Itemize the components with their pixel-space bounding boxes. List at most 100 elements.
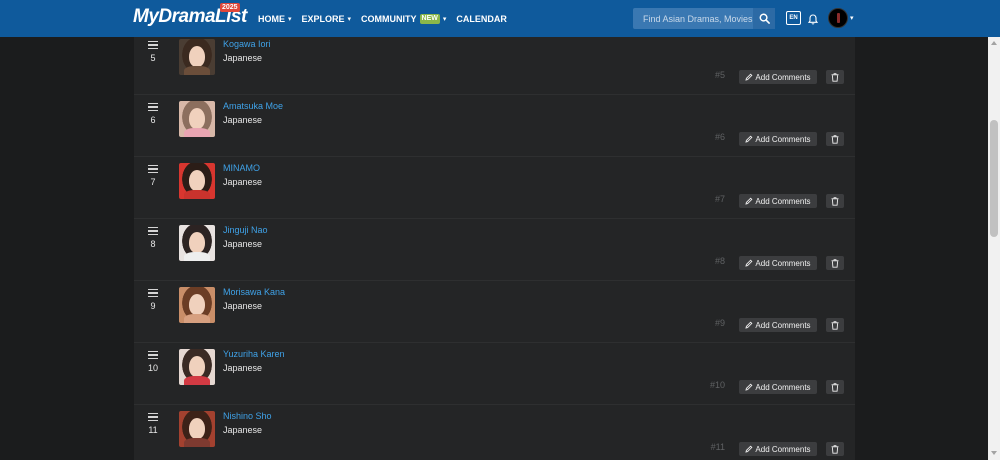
drag-handle-icon[interactable] — [148, 227, 158, 235]
person-name-link[interactable]: Morisawa Kana — [223, 287, 285, 297]
person-photo[interactable] — [179, 101, 215, 137]
row-number: 7 — [150, 177, 156, 187]
add-comments-button[interactable]: Add Comments — [739, 318, 817, 332]
rank-number: #5 — [714, 70, 725, 80]
list-item: 11 Nishino Sho Japanese #11 Add Comments — [134, 405, 855, 460]
chevron-down-icon: ▾ — [288, 15, 292, 23]
user-avatar[interactable] — [828, 8, 848, 28]
rank-number: #7 — [714, 194, 725, 204]
delete-button[interactable] — [826, 380, 844, 394]
person-photo[interactable] — [179, 411, 215, 447]
person-name-link[interactable]: Jinguji Nao — [223, 225, 268, 235]
notifications-button[interactable] — [807, 12, 819, 30]
trash-icon — [831, 382, 839, 392]
person-photo[interactable] — [179, 349, 215, 385]
menu-calendar[interactable]: CALENDAR — [456, 14, 507, 24]
scroll-up-arrow-icon[interactable] — [991, 41, 997, 45]
pencil-icon — [745, 135, 753, 143]
people-list: 5 Kogawa Iori Japanese #5 Add Comments 6 Amats… — [134, 37, 855, 460]
row-number: 5 — [150, 53, 156, 63]
pencil-icon — [745, 321, 753, 329]
row-number: 10 — [147, 363, 158, 373]
row-number: 6 — [150, 115, 156, 125]
menu-explore-label: EXPLORE — [301, 13, 345, 24]
drag-handle-icon[interactable] — [148, 413, 158, 421]
delete-button[interactable] — [826, 70, 844, 84]
add-comments-label: Add Comments — [755, 320, 811, 330]
trash-icon — [831, 196, 839, 206]
add-comments-label: Add Comments — [755, 258, 811, 268]
delete-button[interactable] — [826, 256, 844, 270]
search-button[interactable] — [753, 8, 775, 29]
rank-number: #9 — [714, 318, 725, 328]
person-nationality: Japanese — [223, 177, 263, 187]
delete-button[interactable] — [826, 442, 844, 456]
person-nationality: Japanese — [223, 239, 263, 249]
chevron-down-icon[interactable]: ▾ — [850, 14, 854, 22]
pencil-icon — [745, 197, 753, 205]
menu-home-label: HOME — [258, 13, 285, 24]
add-comments-label: Add Comments — [755, 196, 811, 206]
drag-handle-icon[interactable] — [148, 41, 158, 49]
person-name-link[interactable]: MINAMO — [223, 163, 260, 173]
language-button[interactable]: EN — [786, 11, 801, 25]
person-photo[interactable] — [179, 225, 215, 261]
pencil-icon — [745, 259, 753, 267]
person-nationality: Japanese — [223, 115, 263, 125]
person-nationality: Japanese — [223, 301, 263, 311]
pencil-icon — [745, 383, 753, 391]
add-comments-label: Add Comments — [755, 134, 811, 144]
drag-handle-icon[interactable] — [148, 103, 158, 111]
list-item: 9 Morisawa Kana Japanese #9 Add Comments — [134, 281, 855, 343]
delete-button[interactable] — [826, 132, 844, 146]
add-comments-button[interactable]: Add Comments — [739, 70, 817, 84]
scrollbar[interactable] — [988, 37, 1000, 460]
add-comments-label: Add Comments — [755, 72, 811, 82]
person-photo[interactable] — [179, 163, 215, 199]
person-nationality: Japanese — [223, 363, 263, 373]
person-photo[interactable] — [179, 39, 215, 75]
trash-icon — [831, 258, 839, 268]
chevron-down-icon: ▾ — [442, 15, 447, 23]
menu-explore[interactable]: EXPLORE ▾ — [302, 14, 352, 24]
search-box — [633, 8, 775, 29]
add-comments-button[interactable]: Add Comments — [739, 256, 817, 270]
add-comments-button[interactable]: Add Comments — [739, 194, 817, 208]
delete-button[interactable] — [826, 194, 844, 208]
list-item: 10 Yuzuriha Karen Japanese #10 Add Comments — [134, 343, 855, 405]
person-name-link[interactable]: Nishino Sho — [223, 411, 272, 421]
chevron-down-icon: ▾ — [347, 15, 352, 23]
row-number: 9 — [150, 301, 156, 311]
person-name-link[interactable]: Amatsuka Moe — [223, 101, 283, 111]
rank-number: #11 — [710, 442, 725, 452]
scroll-down-arrow-icon[interactable] — [991, 451, 997, 455]
drag-handle-icon[interactable] — [148, 289, 158, 297]
list-item: 6 Amatsuka Moe Japanese #6 Add Comments — [134, 95, 855, 157]
main-menu: HOME ▾ EXPLORE ▾ COMMUNITY NEW ▾ CALENDA… — [258, 0, 517, 37]
trash-icon — [831, 72, 839, 82]
logo-badge: 2025 — [220, 3, 240, 12]
pencil-icon — [745, 445, 753, 453]
menu-community-label: COMMUNITY — [361, 13, 417, 24]
rank-number: #10 — [709, 380, 725, 390]
drag-handle-icon[interactable] — [148, 351, 158, 359]
row-number: 11 — [148, 425, 158, 435]
delete-button[interactable] — [826, 318, 844, 332]
top-navbar: MyDramaList 2025 HOME ▾ EXPLORE ▾ COMMUN… — [0, 0, 1000, 37]
trash-icon — [831, 444, 839, 454]
add-comments-button[interactable]: Add Comments — [739, 132, 817, 146]
add-comments-label: Add Comments — [755, 382, 811, 392]
search-input[interactable] — [633, 8, 753, 29]
scrollbar-thumb[interactable] — [990, 120, 998, 237]
menu-community[interactable]: COMMUNITY NEW ▾ — [361, 13, 447, 24]
menu-home[interactable]: HOME ▾ — [258, 14, 292, 24]
person-name-link[interactable]: Kogawa Iori — [223, 39, 271, 49]
person-photo[interactable] — [179, 287, 215, 323]
search-icon — [759, 13, 770, 24]
pencil-icon — [745, 73, 753, 81]
add-comments-button[interactable]: Add Comments — [739, 380, 817, 394]
drag-handle-icon[interactable] — [148, 165, 158, 173]
menu-calendar-label: CALENDAR — [456, 13, 507, 24]
add-comments-button[interactable]: Add Comments — [739, 442, 817, 456]
person-name-link[interactable]: Yuzuriha Karen — [223, 349, 285, 359]
